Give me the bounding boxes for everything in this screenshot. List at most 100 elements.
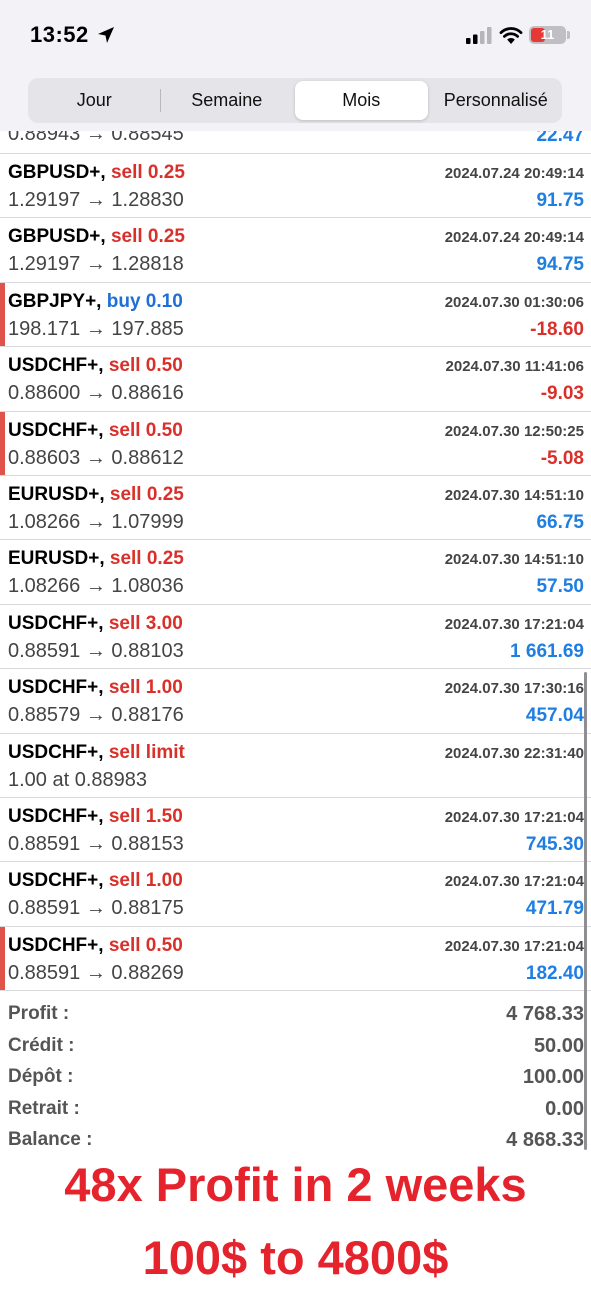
trade-prices: 198.171 → 197.885 bbox=[8, 317, 184, 340]
trade-title: GBPUSD+, sell 0.25 bbox=[8, 162, 185, 184]
trade-prices: 1.00 at 0.88983 bbox=[8, 768, 148, 791]
trade-side: sell 1.00 bbox=[108, 870, 183, 892]
trade-row[interactable]: USDCHF+, sell 1.00 2024.07.30 17:21:04 0.8… bbox=[0, 862, 591, 927]
trade-symbol: GBPUSD+, bbox=[8, 226, 106, 248]
cellular-signal-icon bbox=[466, 27, 492, 44]
trade-side: sell 0.25 bbox=[109, 483, 184, 505]
trade-title: USDCHF+, sell 1.00 bbox=[8, 677, 183, 699]
trade-row[interactable]: USDCHF+, sell 1.00 2024.07.30 17:30:16 0.8… bbox=[0, 669, 591, 734]
trade-prices: 1.08266 → 1.07999 bbox=[8, 510, 184, 533]
trade-profit: 457.04 bbox=[525, 705, 584, 727]
trade-symbol: USDCHF+, bbox=[8, 805, 104, 827]
trade-row[interactable]: USDCHF+, sell 0.50 2024.07.30 17:21:04 0.8… bbox=[0, 926, 591, 992]
trade-history-list: 0.88943 → 0.88545 22.47 GBPUSD+, sell 0.… bbox=[0, 131, 591, 992]
summary-row: Balance : 4 868.33 bbox=[0, 1127, 591, 1159]
tab-mois[interactable]: Mois bbox=[295, 81, 428, 120]
summary-value: 4 768.33 bbox=[506, 1003, 584, 1025]
trade-symbol: USDCHF+, bbox=[8, 934, 104, 956]
summary-value: 100.00 bbox=[522, 1066, 584, 1088]
trade-profit: 471.79 bbox=[525, 898, 584, 920]
tab-jour[interactable]: Jour bbox=[28, 78, 161, 123]
summary-label: Crédit : bbox=[8, 1034, 75, 1056]
trade-row[interactable]: USDCHF+, sell 0.50 2024.07.30 11:41:06 0.8… bbox=[0, 347, 591, 412]
trade-row[interactable]: USDCHF+, sell 3.00 2024.07.30 17:21:04 0.8… bbox=[0, 605, 591, 670]
trade-profit: 57.50 bbox=[536, 576, 584, 598]
trade-title: GBPJPY+, buy 0.10 bbox=[8, 291, 183, 313]
trade-profit: -5.08 bbox=[540, 447, 584, 469]
trade-time: 2024.07.24 20:49:14 bbox=[444, 229, 584, 247]
trade-title: GBPUSD+, sell 0.25 bbox=[8, 226, 185, 248]
summary-row: Crédit : 50.00 bbox=[0, 1033, 591, 1065]
trade-side: sell 3.00 bbox=[108, 612, 183, 634]
trade-symbol: EURUSD+, bbox=[8, 548, 105, 570]
battery-percent: 11 bbox=[540, 27, 555, 42]
scrollbar[interactable] bbox=[584, 672, 587, 1150]
trade-time: 2024.07.30 17:21:04 bbox=[444, 615, 584, 633]
row-highlight-marker bbox=[0, 282, 5, 347]
summary-label: Dépôt : bbox=[8, 1066, 74, 1087]
tab-semaine[interactable]: Semaine bbox=[161, 78, 294, 123]
trade-symbol: GBPJPY+, bbox=[8, 290, 102, 312]
trade-side: sell 0.25 bbox=[109, 548, 184, 570]
summary-row: Profit : 4 768.33 bbox=[0, 1001, 591, 1033]
summary-row: Dépôt : 100.00 bbox=[0, 1064, 591, 1096]
trade-prices: 0.88591 → 0.88175 bbox=[8, 897, 184, 920]
trade-prices: 1.29197 → 1.28830 bbox=[8, 189, 184, 211]
trade-time: 2024.07.30 17:21:04 bbox=[444, 873, 584, 891]
trade-profit: 66.75 bbox=[536, 511, 584, 533]
trade-prices: 0.88591 → 0.88103 bbox=[8, 639, 184, 662]
summary-value: 4 868.33 bbox=[506, 1129, 584, 1151]
summary-label: Retrait : bbox=[8, 1097, 80, 1119]
trade-title: USDCHF+, sell 0.50 bbox=[8, 420, 183, 442]
trade-row[interactable]: GBPJPY+, buy 0.10 2024.07.30 01:30:06 198.… bbox=[0, 282, 591, 348]
trade-time: 2024.07.30 12:50:25 bbox=[444, 422, 584, 440]
trade-time: 2024.07.24 20:49:14 bbox=[444, 165, 584, 182]
location-arrow-icon bbox=[98, 27, 114, 43]
trade-symbol: EURUSD+, bbox=[8, 483, 105, 505]
summary-label: Profit : bbox=[8, 1003, 70, 1024]
tab-label: Jour bbox=[76, 90, 112, 110]
tab-label: Personnalisé bbox=[443, 90, 548, 110]
trade-symbol: GBPUSD+, bbox=[8, 162, 106, 183]
trade-row[interactable]: USDCHF+, sell limit 2024.07.30 22:31:40 1.… bbox=[0, 734, 591, 798]
trade-time: 2024.07.30 14:51:10 bbox=[444, 486, 584, 504]
trade-profit: -9.03 bbox=[540, 383, 584, 405]
summary-value: 0.00 bbox=[545, 1097, 584, 1120]
trade-row[interactable]: USDCHF+, sell 0.50 2024.07.30 12:50:25 0.8… bbox=[0, 411, 591, 476]
trade-side: sell 1.00 bbox=[108, 677, 183, 699]
trade-row[interactable]: GBPUSD+, sell 0.25 2024.07.24 20:49:14 1.2… bbox=[0, 154, 591, 219]
trade-time: 2024.07.30 22:31:40 bbox=[444, 744, 584, 762]
status-time: 13:52 bbox=[30, 22, 89, 47]
account-summary: Profit : 4 768.33 Crédit : 50.00 Dépôt : 100.… bbox=[0, 1001, 591, 1159]
trade-row[interactable]: USDCHF+, sell 1.50 2024.07.30 17:21:04 0.8… bbox=[0, 798, 591, 863]
trade-profit: -18.60 bbox=[530, 318, 584, 340]
trade-time: 2024.07.30 17:30:16 bbox=[444, 680, 584, 698]
summary-value: 50.00 bbox=[533, 1034, 584, 1057]
trade-symbol: USDCHF+, bbox=[8, 419, 104, 441]
trade-row-partial[interactable]: 0.88943 → 0.88545 22.47 bbox=[0, 131, 591, 154]
trade-symbol: USDCHF+, bbox=[8, 355, 104, 377]
trade-time: 2024.07.30 17:21:04 bbox=[444, 937, 584, 955]
trade-prices: 0.88591 → 0.88153 bbox=[8, 832, 184, 855]
trade-time: 2024.07.30 17:21:04 bbox=[444, 808, 584, 826]
trade-side: buy 0.10 bbox=[106, 290, 183, 312]
period-selector-bar: Jour Semaine Mois Personnalisé bbox=[0, 70, 591, 131]
trade-time: 2024.07.30 01:30:06 bbox=[444, 293, 584, 311]
trade-row[interactable]: EURUSD+, sell 0.25 2024.07.30 14:51:10 1.0… bbox=[0, 476, 591, 541]
trade-row[interactable]: EURUSD+, sell 0.25 2024.07.30 14:51:10 1.0… bbox=[0, 540, 591, 605]
trade-profit: 182.40 bbox=[525, 962, 584, 984]
trade-prices: 0.88591 → 0.88269 bbox=[8, 961, 184, 984]
trade-profit: 1 661.69 bbox=[510, 640, 584, 662]
trade-prices: 1.29197 → 1.28818 bbox=[8, 253, 184, 276]
summary-label: Balance : bbox=[8, 1129, 93, 1150]
trade-side: sell limit bbox=[108, 741, 185, 763]
trade-row[interactable]: GBPUSD+, sell 0.25 2024.07.24 20:49:14 1.2… bbox=[0, 218, 591, 283]
trade-time: 2024.07.30 14:51:10 bbox=[444, 551, 584, 569]
trade-profit: 22.47 bbox=[536, 131, 584, 146]
trade-side: sell 0.25 bbox=[110, 162, 185, 183]
trade-symbol: USDCHF+, bbox=[8, 612, 104, 634]
trade-title: USDCHF+, sell 1.00 bbox=[8, 870, 183, 892]
trade-side: sell 0.25 bbox=[110, 226, 185, 248]
trade-prices: 0.88603 → 0.88612 bbox=[8, 446, 184, 469]
tab-personnalise[interactable]: Personnalisé bbox=[430, 78, 563, 123]
